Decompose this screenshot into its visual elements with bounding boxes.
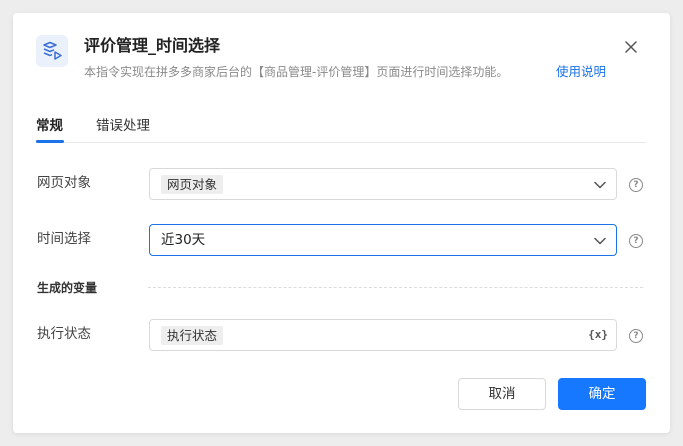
time-select-label: 时间选择 [37, 231, 91, 247]
section-divider [148, 287, 643, 288]
close-icon [625, 41, 637, 53]
generated-variables-heading: 生成的变量 [37, 281, 98, 295]
help-link[interactable]: 使用说明 [556, 63, 606, 81]
cancel-button[interactable]: 取消 [458, 378, 546, 410]
tab-error-handling[interactable]: 错误处理 [96, 117, 150, 135]
exec-status-tag: 执行状态 [161, 326, 224, 345]
web-object-select[interactable]: 网页对象 [149, 168, 617, 200]
exec-status-help-icon[interactable]: ? [629, 329, 643, 343]
chevron-down-icon [594, 179, 606, 191]
time-select-value: 近30天 [161, 232, 206, 248]
variable-icon[interactable]: {x} [588, 327, 608, 343]
close-button[interactable] [621, 37, 641, 57]
active-tab-indicator [36, 140, 64, 143]
web-object-tag: 网页对象 [161, 175, 224, 194]
tab-bar: 常规 错误处理 [36, 113, 646, 143]
command-icon [36, 35, 68, 67]
dialog: 评价管理_时间选择 本指令实现在拼多多商家后台的【商品管理-评价管理】页面进行时… [13, 13, 670, 433]
time-select-help-icon[interactable]: ? [629, 234, 643, 248]
web-object-help-icon[interactable]: ? [629, 178, 643, 192]
confirm-button[interactable]: 确定 [558, 378, 646, 410]
dialog-title: 评价管理_时间选择 [84, 36, 221, 55]
chevron-down-icon [594, 235, 606, 247]
dialog-description: 本指令实现在拼多多商家后台的【商品管理-评价管理】页面进行时间选择功能。 [84, 65, 509, 79]
tab-general[interactable]: 常规 [36, 117, 63, 135]
exec-status-input[interactable]: 执行状态 {x} [149, 319, 617, 351]
time-select-dropdown[interactable]: 近30天 [149, 224, 617, 256]
exec-status-label: 执行状态 [37, 326, 91, 342]
web-object-label: 网页对象 [37, 175, 91, 191]
